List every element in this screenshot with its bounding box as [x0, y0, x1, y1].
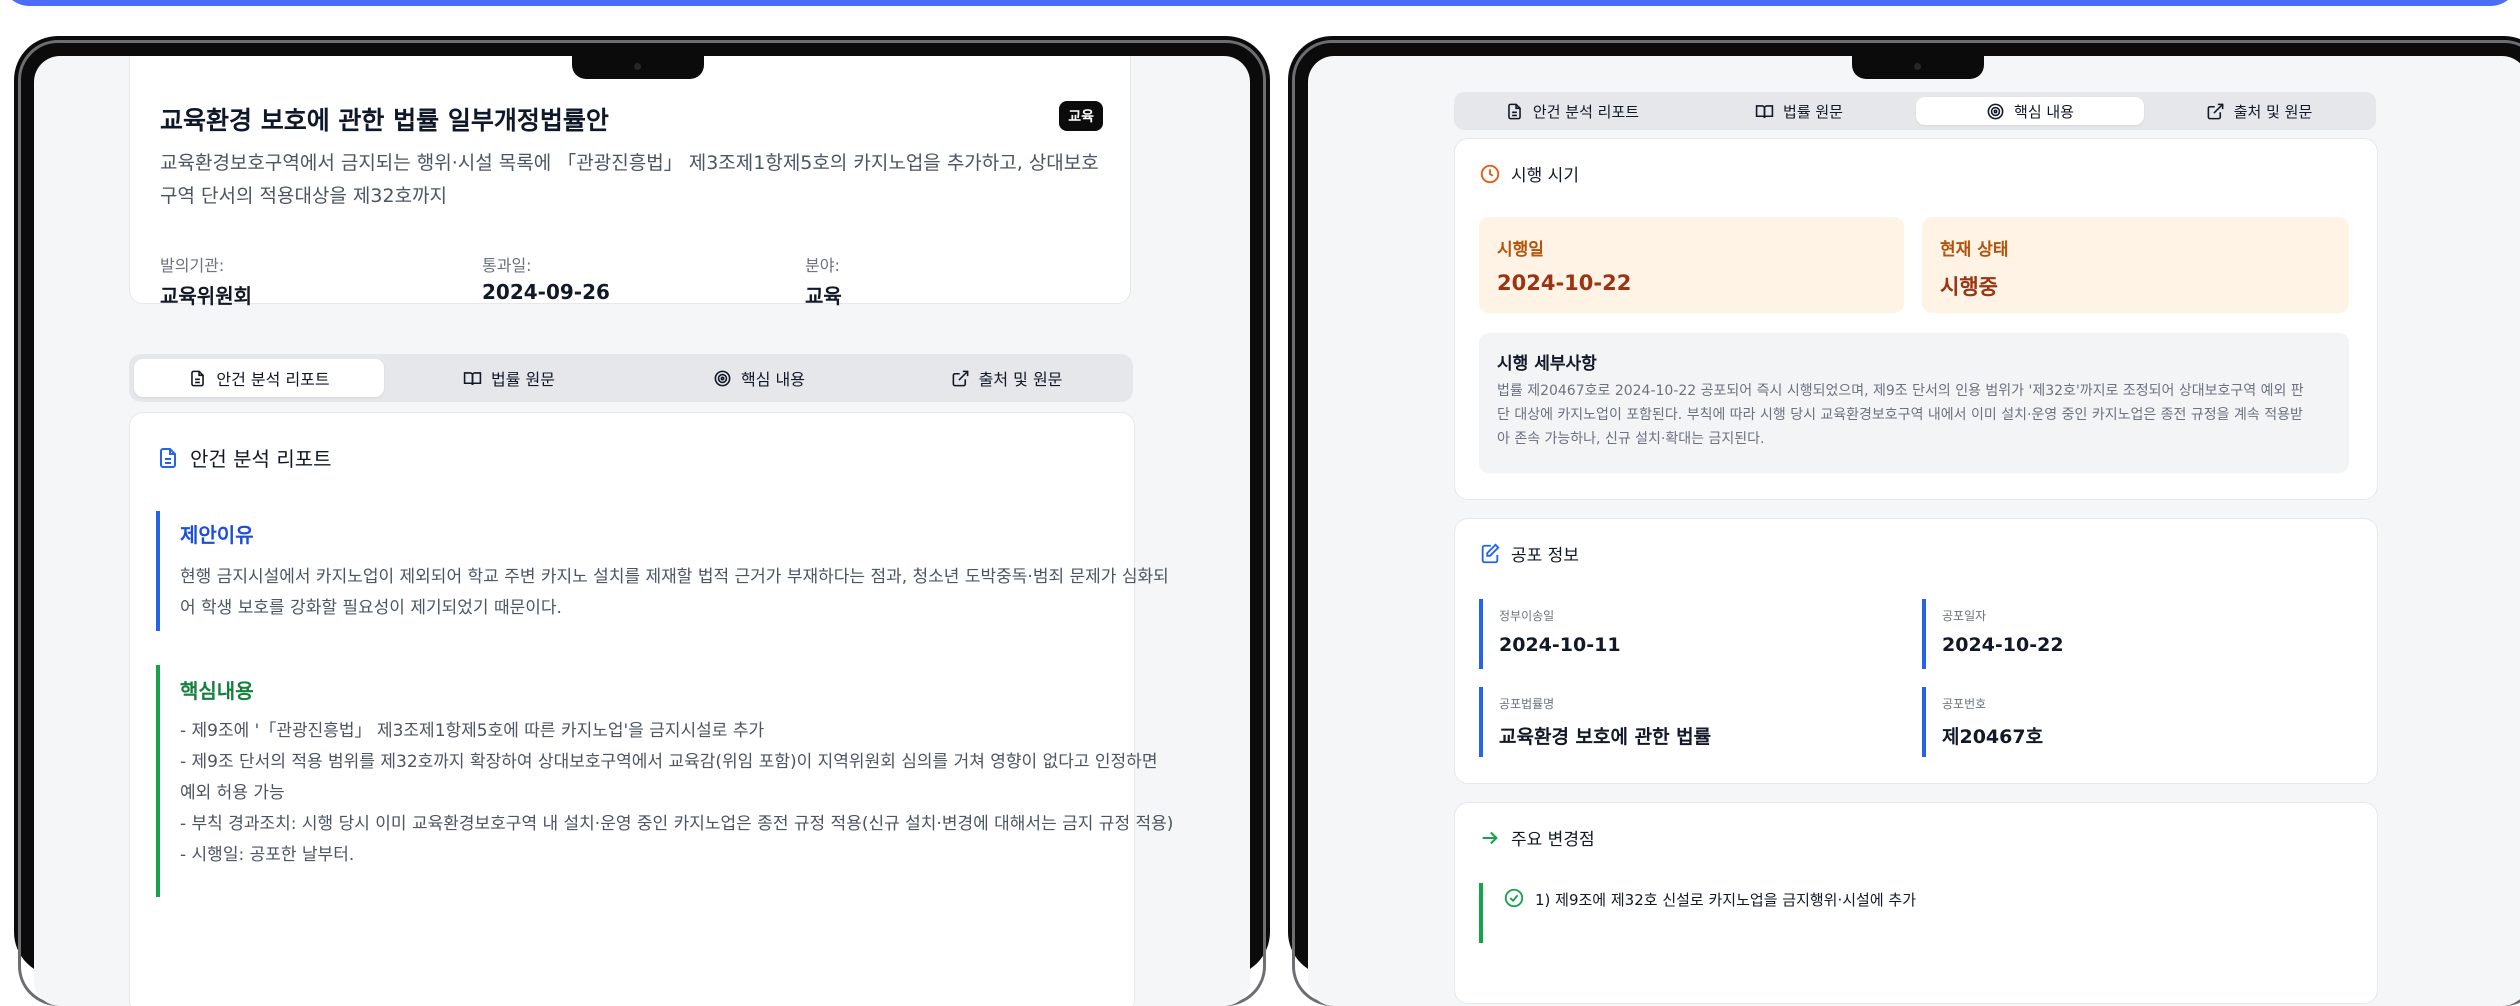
tab-law-text[interactable]: 법률 원문 [384, 359, 634, 397]
reason-title: 제안이유 [180, 523, 254, 547]
core-line: - 제9조 단서의 적용 범위를 제32호까지 확장하여 상대보호구역에서 교육… [180, 752, 1158, 772]
book-icon [463, 371, 482, 385]
bill-summary-card: 교육환경 보호에 관한 법률 일부개정법률안 교육 교육환경보호구역에서 금지되… [129, 56, 1131, 308]
external-link-icon [2207, 103, 2224, 119]
book-icon [1755, 104, 1774, 118]
promulgation-number-value: 제20467호 [1942, 726, 2044, 748]
camera-notch [1852, 55, 1984, 79]
tab-label: 출처 및 원문 [978, 370, 1063, 389]
meta-value-field: 교육 [805, 284, 842, 308]
tab-label: 법률 원문 [1783, 102, 1843, 121]
meta-label-field: 분야: [805, 256, 840, 275]
tab-label: 핵심 내용 [741, 370, 805, 389]
arrow-right-icon [1482, 831, 1498, 844]
external-link-icon [952, 370, 969, 386]
reason-line-2: 어 학생 보호를 강화할 필요성이 제기되었기 때문이다. [180, 598, 562, 618]
transfer-date-field: 정부이송일 2024-10-11 [1479, 599, 1879, 669]
document-icon [191, 370, 205, 386]
current-status-value: 시행중 [1940, 275, 1998, 299]
top-accent-bar [0, 0, 2520, 6]
tab-bar: 안건 분석 리포트 법률 원문 핵심 내용 출처 및 원문 [1454, 92, 2376, 130]
tab-label: 안건 분석 리포트 [216, 370, 330, 389]
enforcement-detail-box: 시행 세부사항 법률 제20467호로 2024-10-22 공포되어 즉시 시… [1479, 333, 2349, 473]
law-name-field: 공포법률명 교육환경 보호에 관한 법률 [1479, 687, 1879, 757]
changes-heading: 주요 변경점 [1479, 825, 1595, 850]
document-icon [1508, 103, 1521, 119]
screen-left: 교육환경 보호에 관한 법률 일부개정법률안 교육 교육환경보호구역에서 금지되… [34, 56, 1250, 1006]
change-item: 1) 제9조에 제32호 신설로 카지노업을 금지행위·시설에 추가 [1479, 883, 2373, 943]
meta-label-proposer: 발의기관: [160, 256, 225, 275]
core-block: 핵심내용 - 제9조에 '「관광진흥법」 제3조제1항제5호에 따른 카지노업'… [156, 665, 1174, 897]
target-icon [714, 370, 731, 386]
screen-right: 안건 분석 리포트 법률 원문 핵심 내용 출처 및 원문 시행 시기 시행일 [1308, 56, 2520, 1006]
report-card: 안건 분석 리포트 제안이유 현행 금지시설에서 카지노업이 제외되어 학교 주… [129, 412, 1174, 1006]
tab-bar: 안건 분석 리포트 법률 원문 핵심 내용 출처 및 원문 [129, 354, 1133, 402]
tab-sources[interactable]: 출처 및 원문 [884, 359, 1129, 397]
document-icon [160, 447, 176, 468]
tab-label: 출처 및 원문 [2233, 102, 2313, 121]
core-line: 예외 허용 가능 [180, 783, 285, 803]
current-status-label: 현재 상태 [1940, 240, 2009, 260]
enforcement-date-label: 시행일 [1497, 240, 1544, 260]
target-icon [1987, 103, 2004, 119]
current-status-box: 현재 상태 시행중 [1922, 217, 2349, 313]
bill-subtitle-line-2: 구역 단서의 적용대상을 제32호까지 [160, 185, 448, 207]
law-name-value: 교육환경 보호에 관한 법률 [1499, 726, 1712, 748]
meta-value-passed: 2024-09-26 [482, 280, 610, 304]
change-item-text: 1) 제9조에 제32호 신설로 카지노업을 금지행위·시설에 추가 [1535, 891, 1917, 909]
clock-icon [1480, 164, 1500, 183]
transfer-date-label: 정부이송일 [1499, 609, 1555, 623]
core-line: - 부칙 경과조치: 시행 당시 이미 교육환경보호구역 내 설치·운영 중인 … [180, 814, 1174, 834]
enforcement-date-value: 2024-10-22 [1497, 271, 1632, 295]
tab-law-text[interactable]: 법률 원문 [1685, 97, 1913, 125]
promulgation-date-label: 공포일자 [1942, 609, 1987, 623]
reason-block: 제안이유 현행 금지시설에서 카지노업이 제외되어 학교 주변 카지노 설치를 … [156, 511, 1169, 631]
tab-report[interactable]: 안건 분석 리포트 [134, 359, 384, 397]
device-frame-right: 안건 분석 리포트 법률 원문 핵심 내용 출처 및 원문 시행 시기 시행일 [1288, 36, 2520, 1006]
changes-card: 주요 변경점 1) 제9조에 제32호 신설로 카지노업을 금지행위·시설에 추… [1454, 802, 2378, 1004]
tab-key-points[interactable]: 핵심 내용 [1916, 97, 2144, 125]
enforcement-card: 시행 시기 시행일 2024-10-22 현재 상태 시행중 시행 세부사항 법… [1454, 138, 2378, 500]
device-frame-left: 교육환경 보호에 관한 법률 일부개정법률안 교육 교육환경보호구역에서 금지되… [14, 36, 1270, 1006]
camera-notch [572, 55, 704, 79]
report-title: 안건 분석 리포트 [190, 447, 332, 471]
bill-subtitle-line-1: 교육환경보호구역에서 금지되는 행위·시설 목록에 「관광진흥법」 제3조제1항… [160, 152, 1099, 174]
meta-label-passed: 통과일: [482, 256, 532, 275]
promulgation-date-value: 2024-10-22 [1942, 634, 2064, 656]
tab-label: 핵심 내용 [2014, 102, 2074, 121]
enforcement-date-box: 시행일 2024-10-22 [1479, 217, 1904, 313]
detail-line: 아 존속 가능하나, 신규 설치·확대는 금지된다. [1497, 431, 1765, 447]
check-circle-icon [1504, 888, 1524, 908]
enforcement-detail-text: 법률 제20467호로 2024-10-22 공포되어 즉시 시행되었으며, 제… [1497, 379, 2331, 451]
promulgation-number-field: 공포번호 제20467호 [1922, 687, 2322, 757]
detail-line: 단 대상에 카지노업이 포함된다. 부칙에 따라 시행 당시 교육환경보호구역 … [1497, 407, 2303, 423]
law-name-label: 공포법률명 [1499, 697, 1555, 711]
edit-document-icon [1481, 543, 1500, 563]
category-badge: 교육 [1059, 101, 1103, 131]
tab-report[interactable]: 안건 분석 리포트 [1459, 97, 1685, 125]
core-line: - 시행일: 공포한 날부터. [180, 845, 355, 865]
tab-sources[interactable]: 출처 및 원문 [2146, 97, 2372, 125]
changes-title: 주요 변경점 [1511, 830, 1595, 850]
meta-value-proposer: 교육위원회 [160, 284, 252, 308]
report-heading: 안건 분석 리포트 [156, 443, 332, 472]
enforcement-heading: 시행 시기 [1479, 161, 1579, 186]
enforcement-title: 시행 시기 [1511, 166, 1579, 186]
promulgation-date-field: 공포일자 2024-10-22 [1922, 599, 2322, 669]
core-title: 핵심내용 [180, 679, 254, 703]
promulgation-heading: 공포 정보 [1479, 541, 1579, 566]
tab-label: 안건 분석 리포트 [1532, 102, 1640, 121]
reason-line-1: 현행 금지시설에서 카지노업이 제외되어 학교 주변 카지노 설치를 제재할 법… [180, 567, 1169, 587]
promulgation-number-label: 공포번호 [1942, 697, 1987, 711]
bill-title: 교육환경 보호에 관한 법률 일부개정법률안 [160, 106, 609, 135]
promulgation-title: 공포 정보 [1511, 546, 1579, 566]
detail-line: 법률 제20467호로 2024-10-22 공포되어 즉시 시행되었으며, 제… [1497, 383, 2304, 399]
tab-label: 법률 원문 [491, 370, 555, 389]
promulgation-card: 공포 정보 정부이송일 2024-10-11 공포일자 2024-10-22 공… [1454, 518, 2378, 784]
core-line: - 제9조에 '「관광진흥법」 제3조제1항제5호에 따른 카지노업'을 금지시… [180, 721, 765, 741]
enforcement-detail-title: 시행 세부사항 [1497, 354, 1597, 374]
transfer-date-value: 2024-10-11 [1499, 634, 1621, 656]
tab-key-points[interactable]: 핵심 내용 [634, 359, 884, 397]
